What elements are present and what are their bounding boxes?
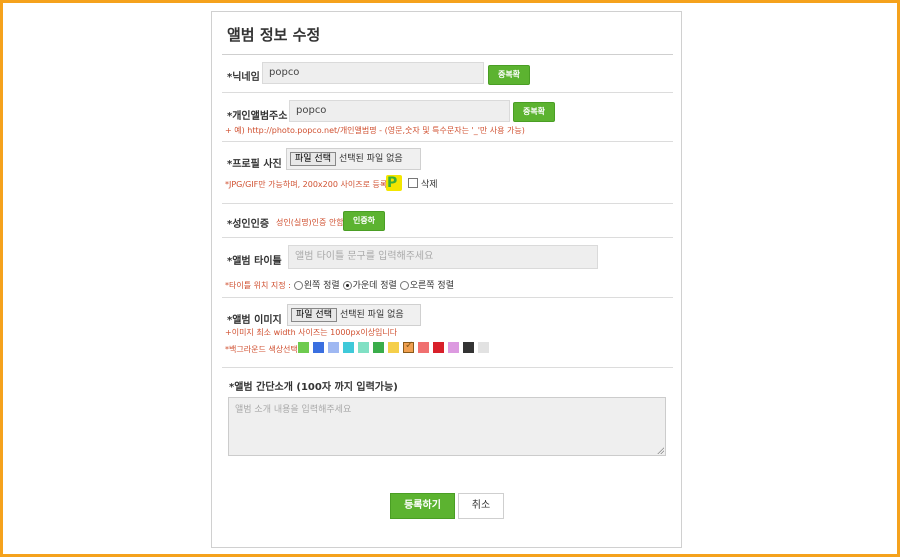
color-swatch[interactable] <box>478 342 489 353</box>
divider <box>222 203 673 204</box>
profile-photo-preview-icon: P <box>386 175 402 191</box>
page-frame: 앨범 정보 수정 *닉네임 popco 중복확인 *개인앨범주소 popco 중… <box>3 3 897 554</box>
album-image-file-status: 선택된 파일 없음 <box>339 310 404 320</box>
page-title: 앨범 정보 수정 <box>227 26 321 44</box>
profile-photo-delete-checkbox[interactable] <box>408 178 418 188</box>
divider <box>222 297 673 298</box>
album-image-hint: +이미지 최소 width 사이즈는 1000px이상입니다 <box>225 328 398 337</box>
profile-photo-label: *프로필 사진 <box>227 159 282 170</box>
profile-photo-hint: *JPG/GIF만 가능하며, 200x200 사이즈로 등록 <box>225 180 388 189</box>
divider <box>222 367 673 368</box>
adult-verify-label: *성인인증 <box>227 219 270 230</box>
align-left-radio[interactable] <box>293 281 303 290</box>
intro-placeholder: 앨범 소개 내용을 입력해주세요 <box>235 405 352 415</box>
color-swatch[interactable] <box>388 342 399 353</box>
profile-photo-file-input[interactable]: 파일 선택 선택된 파일 없음 <box>286 148 421 170</box>
color-swatch[interactable] <box>463 342 474 353</box>
adult-verify-button[interactable]: 인증하기 <box>343 211 385 243</box>
cancel-button[interactable]: 취소 <box>458 493 504 519</box>
color-swatch[interactable] <box>328 342 339 353</box>
profile-photo-file-status: 선택된 파일 없음 <box>338 154 403 164</box>
color-swatch[interactable] <box>298 342 309 353</box>
resize-grip-icon[interactable] <box>657 447 664 454</box>
divider <box>222 141 673 142</box>
profile-photo-file-button[interactable]: 파일 선택 <box>290 152 336 166</box>
album-title-input[interactable]: 앨범 타이틀 문구를 입력해주세요 <box>288 245 598 269</box>
album-image-label: *앨범 이미지 <box>227 315 282 326</box>
color-swatch[interactable] <box>403 340 414 353</box>
intro-textarea[interactable]: 앨범 소개 내용을 입력해주세요 <box>228 397 666 456</box>
divider <box>222 237 673 238</box>
album-title-label: *앨범 타이틀 <box>227 256 282 267</box>
color-swatch[interactable] <box>313 342 324 353</box>
title-align-group: *타이틀 위치 지정 : 왼쪽 정렬 가운데 정렬 오른쪽 정렬 <box>225 278 454 291</box>
album-address-check-button[interactable]: 중복확인 <box>513 102 555 134</box>
color-swatch[interactable] <box>343 342 354 353</box>
color-swatch[interactable] <box>373 342 384 353</box>
profile-photo-delete-label: 삭제 <box>421 180 438 190</box>
title-align-prefix: *타이틀 위치 지정 : <box>225 281 291 290</box>
submit-button[interactable]: 등록하기 <box>390 493 455 519</box>
align-center-label: 가운데 정렬 <box>352 281 397 291</box>
color-swatch[interactable] <box>448 342 459 353</box>
adult-verify-status: 성인(실명)인증 안함 <box>276 218 344 227</box>
nickname-check-button[interactable]: 중복확인 <box>488 65 530 97</box>
bg-color-label: *백그라운드 색상선택 <box>225 345 298 354</box>
album-address-label: *개인앨범주소 <box>227 111 288 122</box>
nickname-label: *닉네임 <box>227 72 260 83</box>
nickname-input[interactable]: popco <box>262 62 484 84</box>
album-image-file-button[interactable]: 파일 선택 <box>291 308 337 322</box>
color-swatch[interactable] <box>358 342 369 353</box>
divider <box>222 92 673 93</box>
title-divider <box>222 54 673 55</box>
align-center-radio[interactable] <box>342 281 352 290</box>
align-right-label: 오른쪽 정렬 <box>409 281 454 291</box>
album-address-hint: + 예) http://photo.popco.net/개인앨범명 - (영문,… <box>225 126 525 135</box>
album-address-input[interactable]: popco <box>289 100 510 122</box>
color-swatch[interactable] <box>418 342 429 353</box>
bg-color-swatches <box>298 340 489 353</box>
album-image-file-input[interactable]: 파일 선택 선택된 파일 없음 <box>287 304 421 326</box>
align-left-label: 왼쪽 정렬 <box>303 281 340 291</box>
intro-label: *앨범 간단소개 (100자 까지 입력가능) <box>229 382 398 393</box>
album-edit-panel: 앨범 정보 수정 *닉네임 popco 중복확인 *개인앨범주소 popco 중… <box>211 11 682 548</box>
color-swatch[interactable] <box>433 342 444 353</box>
align-right-radio[interactable] <box>399 281 409 290</box>
